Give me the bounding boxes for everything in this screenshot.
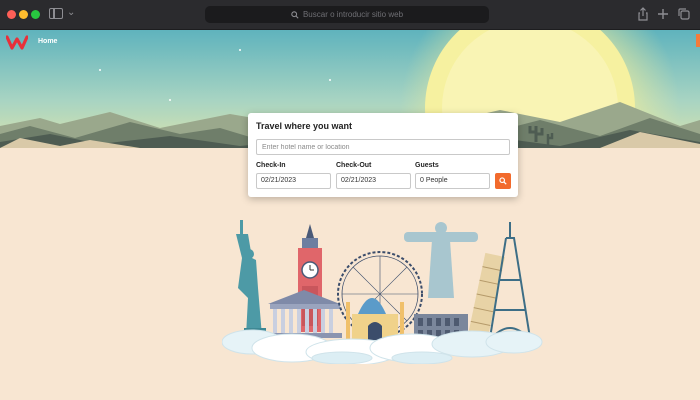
leaning-tower-of-pisa (467, 252, 505, 340)
christ-the-redeemer (404, 222, 478, 298)
guests-label: Guests (415, 162, 439, 169)
page: Home Travel where you want Check-In Chec… (0, 30, 700, 400)
tabs-icon[interactable] (677, 7, 691, 21)
parthenon (268, 290, 342, 338)
search-title: Travel where you want (256, 121, 353, 131)
big-ben (298, 224, 322, 332)
checkin-label: Check-In (256, 162, 286, 169)
checkin-date-field[interactable]: 02/21/2023 (256, 173, 331, 189)
sidebar-icon[interactable] (49, 8, 63, 19)
nav-home-link[interactable]: Home (38, 38, 57, 45)
search-icon (499, 177, 507, 185)
landmarks-illustration (222, 220, 543, 364)
logo-icon[interactable] (6, 34, 28, 50)
checkout-label: Check-Out (336, 162, 372, 169)
share-icon[interactable] (636, 7, 650, 21)
taj-mahal (346, 298, 404, 340)
side-tab[interactable] (696, 34, 700, 47)
zoom-window-button[interactable] (31, 10, 40, 19)
search-button[interactable] (495, 173, 511, 189)
address-bar-placeholder: Buscar o introducir sitio web (302, 10, 404, 19)
guests-field[interactable]: 0 People (415, 173, 490, 189)
address-bar[interactable]: Buscar o introducir sitio web (205, 6, 489, 23)
chevron-down-icon[interactable]: ⌄ (67, 7, 75, 18)
statue-of-liberty (236, 220, 266, 342)
minimize-window-button[interactable] (19, 10, 28, 19)
checkout-date-field[interactable]: 02/21/2023 (336, 173, 411, 189)
close-window-button[interactable] (7, 10, 16, 19)
plus-icon[interactable] (656, 7, 670, 21)
location-input[interactable] (256, 139, 510, 155)
search-icon (291, 10, 299, 19)
search-card: Travel where you want Check-In Check-Out… (248, 113, 518, 197)
browser-toolbar: ⌄ Buscar o introducir sitio web (0, 0, 700, 30)
